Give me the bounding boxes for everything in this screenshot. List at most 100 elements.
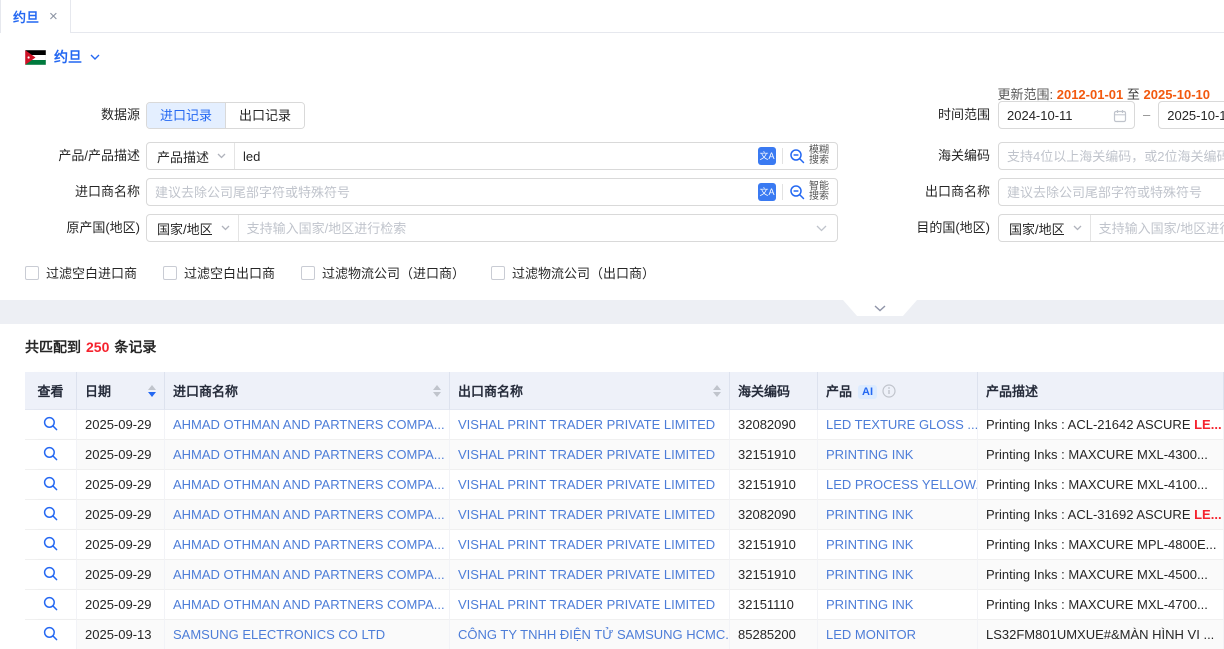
origin-input[interactable] [239, 215, 816, 241]
product-type-select[interactable]: 产品描述 [147, 143, 235, 169]
view-record-button[interactable] [43, 476, 58, 491]
table-row: 2025-09-29 AHMAD OTHMAN AND PARTNERS COM… [25, 590, 1224, 620]
tab-label: 约旦 [13, 7, 39, 26]
importer-link[interactable]: AHMAD OTHMAN AND PARTNERS COMPA... [173, 597, 445, 612]
column-hs-code: 海关编码 [730, 372, 818, 410]
product-link[interactable]: PRINTING INK [826, 447, 913, 462]
chevron-down-icon[interactable] [816, 225, 827, 232]
row-hs-code: 85285200 [730, 620, 818, 649]
product-link[interactable]: LED MONITOR [826, 627, 916, 642]
exporter-link[interactable]: VISHAL PRINT TRADER PRIVATE LIMITED [458, 447, 715, 462]
exporter-link[interactable]: VISHAL PRINT TRADER PRIVATE LIMITED [458, 477, 715, 492]
exporter-link[interactable]: VISHAL PRINT TRADER PRIVATE LIMITED [458, 507, 715, 522]
checkbox-filter-blank-exporter[interactable]: 过滤空白出口商 [163, 263, 275, 282]
sort-toggle-date[interactable] [148, 385, 156, 397]
importer-link[interactable]: AHMAD OTHMAN AND PARTNERS COMPA... [173, 477, 445, 492]
importer-link[interactable]: AHMAD OTHMAN AND PARTNERS COMPA... [173, 507, 445, 522]
country-name: 约旦 [54, 47, 82, 67]
row-date: 2025-09-29 [77, 470, 165, 500]
sort-toggle-importer[interactable] [433, 385, 441, 397]
exporter-link[interactable]: VISHAL PRINT TRADER PRIVATE LIMITED [458, 597, 715, 612]
table-row: 2025-09-29 AHMAD OTHMAN AND PARTNERS COM… [25, 470, 1224, 500]
info-icon[interactable] [882, 384, 896, 398]
export-records-button[interactable]: 出口记录 [225, 103, 304, 128]
importer-field: 文A 智能 搜索 [146, 178, 838, 206]
exporter-link[interactable]: CÔNG TY TNHH ĐIỆN TỬ SAMSUNG HCMC... [458, 627, 730, 642]
view-record-button[interactable] [43, 626, 58, 641]
sort-desc-icon[interactable] [148, 392, 156, 397]
product-search-input[interactable] [235, 143, 758, 169]
importer-link[interactable]: AHMAD OTHMAN AND PARTNERS COMPA... [173, 417, 445, 432]
import-records-button[interactable]: 进口记录 [147, 103, 225, 128]
destination-type-select[interactable]: 国家/地区 [999, 215, 1091, 241]
exporter-link[interactable]: VISHAL PRINT TRADER PRIVATE LIMITED [458, 567, 715, 582]
view-record-button[interactable] [43, 566, 58, 581]
desc-text: Printing Inks : MAXCURE MXL-4100... [986, 477, 1208, 492]
checkbox-icon[interactable] [491, 266, 505, 280]
column-exporter[interactable]: 出口商名称 [450, 372, 730, 410]
view-record-button[interactable] [43, 596, 58, 611]
sort-desc-icon[interactable] [713, 392, 721, 397]
row-date: 2025-09-29 [77, 440, 165, 470]
tab-jordan[interactable]: 约旦 × [0, 0, 71, 33]
sort-toggle-exporter[interactable] [713, 385, 721, 397]
checkbox-filter-blank-importer[interactable]: 过滤空白进口商 [25, 263, 137, 282]
date-from-field[interactable] [998, 101, 1135, 129]
country-selector[interactable]: 约旦 [25, 47, 100, 67]
results-panel: 共匹配到250条记录 查看 日期 [0, 324, 1224, 649]
column-view: 查看 [25, 372, 77, 410]
date-to-field[interactable] [1158, 101, 1224, 129]
row-description: Printing Inks : ACL-31692 ASCURE LE... [978, 500, 1224, 530]
checkbox-icon[interactable] [163, 266, 177, 280]
smart-search-button[interactable]: 智能 搜索 [789, 182, 837, 202]
exporter-input[interactable] [999, 179, 1224, 205]
checkbox-icon[interactable] [25, 266, 39, 280]
destination-input[interactable] [1091, 215, 1224, 241]
checkbox-icon[interactable] [301, 266, 315, 280]
product-link[interactable]: PRINTING INK [826, 537, 913, 552]
exporter-link[interactable]: VISHAL PRINT TRADER PRIVATE LIMITED [458, 537, 715, 552]
view-record-button[interactable] [43, 416, 58, 431]
importer-link[interactable]: SAMSUNG ELECTRONICS CO LTD [173, 627, 385, 642]
product-link[interactable]: PRINTING INK [826, 507, 913, 522]
checkbox-filter-logistics-exporter[interactable]: 过滤物流公司（出口商） [491, 263, 655, 282]
origin-type-select[interactable]: 国家/地区 [147, 215, 239, 241]
date-range-separator: – [1143, 101, 1150, 129]
importer-link[interactable]: AHMAD OTHMAN AND PARTNERS COMPA... [173, 447, 445, 462]
exporter-field[interactable] [998, 178, 1224, 206]
sort-asc-icon[interactable] [433, 385, 441, 390]
exporter-link[interactable]: VISHAL PRINT TRADER PRIVATE LIMITED [458, 417, 715, 432]
fuzzy-search-button[interactable]: 模糊 搜索 [789, 146, 837, 166]
row-hs-code: 32151110 [730, 590, 818, 620]
translate-icon[interactable]: 文A [758, 183, 776, 201]
sort-asc-icon[interactable] [713, 385, 721, 390]
importer-link[interactable]: AHMAD OTHMAN AND PARTNERS COMPA... [173, 537, 445, 552]
view-record-button[interactable] [43, 536, 58, 551]
collapse-panel-button[interactable] [843, 300, 917, 316]
filter-checkboxes: 过滤空白进口商 过滤空白出口商 过滤物流公司（进口商） 过滤物流公司（出口商） [25, 263, 655, 282]
summary-prefix: 共匹配到 [25, 339, 81, 355]
desc-text: Printing Inks : MAXCURE MXL-4700... [986, 597, 1208, 612]
checkbox-filter-logistics-importer[interactable]: 过滤物流公司（进口商） [301, 263, 465, 282]
translate-icon[interactable]: 文A [758, 147, 776, 165]
column-importer[interactable]: 进口商名称 [165, 372, 450, 410]
column-date[interactable]: 日期 [77, 372, 165, 410]
product-link[interactable]: LED TEXTURE GLOSS ... [826, 417, 978, 432]
importer-link[interactable]: AHMAD OTHMAN AND PARTNERS COMPA... [173, 567, 445, 582]
product-link[interactable]: PRINTING INK [826, 597, 913, 612]
row-description: LS32FM801UMXUE#&MÀN HÌNH VI ... [978, 620, 1224, 649]
importer-input[interactable] [147, 179, 758, 205]
sort-desc-icon[interactable] [433, 392, 441, 397]
view-record-button[interactable] [43, 506, 58, 521]
tab-close-icon[interactable]: × [49, 9, 58, 24]
hs-code-input[interactable] [999, 143, 1224, 169]
desc-text: LS32FM801UMXUE#&MÀN HÌNH VI ... [986, 627, 1214, 642]
product-link[interactable]: PRINTING INK [826, 567, 913, 582]
date-to-input[interactable] [1159, 102, 1224, 128]
hs-code-field[interactable] [998, 142, 1224, 170]
sort-asc-icon[interactable] [148, 385, 156, 390]
product-field: 产品描述 文A 模糊 搜索 [146, 142, 838, 170]
product-link[interactable]: LED PROCESS YELLOW... [826, 477, 978, 492]
view-record-button[interactable] [43, 446, 58, 461]
row-hs-code: 32151910 [730, 470, 818, 500]
